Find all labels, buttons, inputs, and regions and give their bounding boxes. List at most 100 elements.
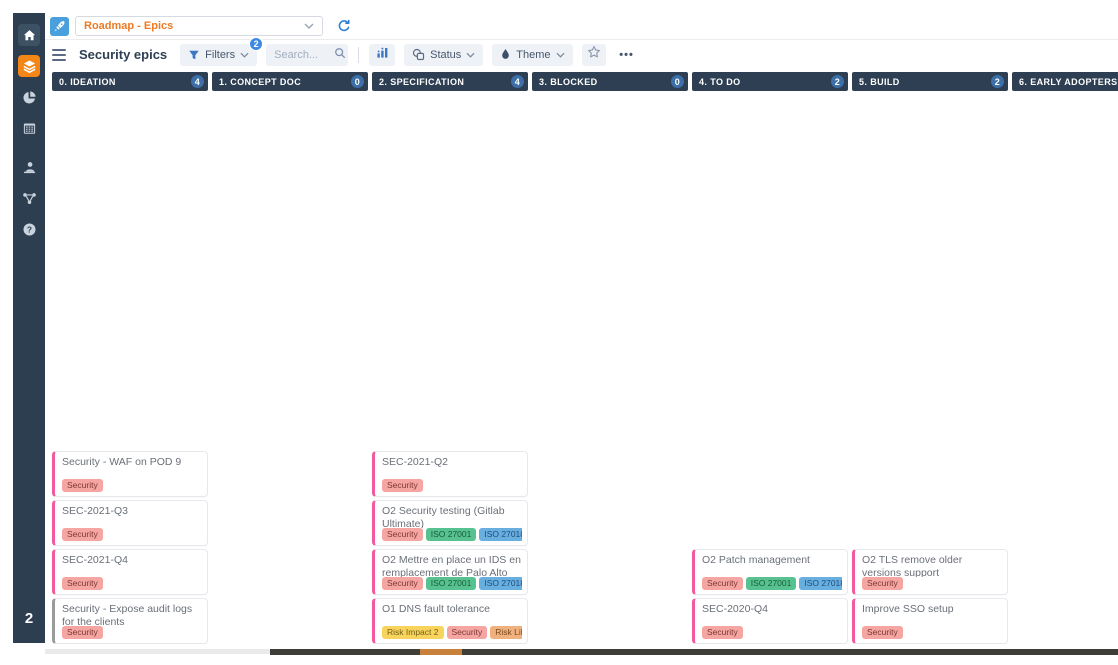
column-count-badge: 4 bbox=[511, 75, 524, 88]
column-label: 2. SPECIFICATION bbox=[379, 76, 465, 87]
card-title: Improve SSO setup bbox=[862, 603, 954, 615]
column-body bbox=[532, 91, 688, 644]
theme-label: Theme bbox=[516, 48, 551, 61]
epic-card[interactable]: SEC-2020-Q4 Security bbox=[692, 598, 848, 644]
tag: ISO 27001 bbox=[425, 576, 477, 590]
card-title: SEC-2020-Q4 bbox=[702, 603, 768, 615]
star-icon bbox=[587, 45, 601, 64]
epic-card[interactable]: Security - Expose audit logs for the cli… bbox=[52, 598, 208, 644]
more-options-button[interactable]: ••• bbox=[615, 44, 639, 66]
card-title: O2 Security testing (Gitlab Ultimate) bbox=[382, 505, 505, 528]
board-toolbar: Security epics Filters 2 Search... Statu… bbox=[45, 36, 1118, 69]
menu-icon[interactable] bbox=[52, 48, 66, 61]
column-body: Security - WAF on POD 9 Security SEC-2021-… bbox=[52, 91, 208, 644]
tag: Security bbox=[446, 625, 488, 639]
filters-count-badge: 2 bbox=[249, 36, 264, 51]
column-body: SEC-2021-Q2 Security O2 Security testing (… bbox=[372, 91, 528, 644]
bar-chart-icon bbox=[376, 46, 389, 64]
card-tags: SecurityISO 27001ISO 27018GDPR bbox=[702, 576, 842, 590]
card-title: SEC-2021-Q4 bbox=[62, 554, 128, 566]
card-title: O1 DNS fault tolerance bbox=[382, 603, 490, 615]
column-label: 6. EARLY ADOPTERS bbox=[1019, 76, 1118, 87]
search-icon bbox=[334, 46, 346, 64]
bottom-track bbox=[45, 649, 270, 654]
column-body: O2 TLS remove older versions support Secu… bbox=[852, 91, 1008, 644]
favorite-button[interactable] bbox=[581, 43, 606, 66]
board-column: 2. SPECIFICATION 4 SEC-2021-Q2 Security O2 S… bbox=[372, 72, 528, 644]
layers-icon bbox=[22, 59, 37, 74]
top-bar: Roadmap - Epics bbox=[45, 13, 1118, 40]
group-by-status-button[interactable]: Status bbox=[404, 43, 484, 66]
sidebar-item-user[interactable] bbox=[18, 156, 40, 178]
tag: Security bbox=[862, 625, 903, 639]
app-window: ? 2 Roadmap - Epics Security epics Filte… bbox=[0, 0, 1118, 665]
card-title: O2 Mettre en place un IDS en remplacemen… bbox=[382, 554, 521, 577]
card-tags: Security bbox=[702, 625, 842, 639]
sidebar-item-home[interactable] bbox=[18, 24, 40, 46]
epic-card[interactable]: SEC-2021-Q2 Security bbox=[372, 451, 528, 497]
epic-card[interactable]: Improve SSO setup Security bbox=[852, 598, 1008, 644]
view-selector[interactable]: Roadmap - Epics bbox=[75, 16, 323, 36]
card-tags: Security bbox=[862, 576, 1002, 590]
pie-chart-icon bbox=[22, 90, 37, 105]
tag: Security bbox=[382, 478, 423, 492]
bottom-scrollbar[interactable] bbox=[270, 649, 1118, 655]
svg-text:?: ? bbox=[26, 224, 31, 234]
user-icon bbox=[22, 160, 37, 175]
column-body bbox=[212, 91, 368, 644]
sidebar-item-help[interactable]: ? bbox=[18, 218, 40, 240]
sidebar-item-calendar[interactable] bbox=[18, 117, 40, 139]
sidebar-item-layers[interactable] bbox=[18, 55, 40, 77]
chart-view-button[interactable] bbox=[369, 43, 396, 66]
board-column: 5. BUILD 2 O2 TLS remove older versions su… bbox=[852, 72, 1008, 644]
column-label: 4. TO DO bbox=[699, 76, 741, 87]
column-label: 5. BUILD bbox=[859, 76, 900, 87]
sidebar-item-network[interactable] bbox=[18, 187, 40, 209]
paint-drop-icon bbox=[500, 48, 511, 61]
filter-funnel-icon bbox=[188, 49, 200, 61]
board-column: 0. IDEATION 4 Security - WAF on POD 9 Secur… bbox=[52, 72, 208, 644]
board-column: 3. BLOCKED 0 bbox=[532, 72, 688, 644]
tag: Security bbox=[62, 527, 103, 541]
column-count-badge: 0 bbox=[671, 75, 684, 88]
tag: ISO 27001 bbox=[425, 527, 477, 541]
tag: Security bbox=[62, 478, 103, 492]
sidebar-item-pie-chart[interactable] bbox=[18, 86, 40, 108]
filters-button[interactable]: Filters 2 bbox=[180, 36, 264, 66]
chevron-down-icon bbox=[466, 52, 475, 58]
card-tags: Security bbox=[62, 478, 202, 492]
color-by-theme-button[interactable]: Theme bbox=[492, 43, 573, 66]
tag: Security bbox=[862, 576, 903, 590]
column-count-badge: 2 bbox=[991, 75, 1004, 88]
epic-card[interactable]: O2 Mettre en place un IDS en remplacemen… bbox=[372, 549, 528, 595]
column-label: 3. BLOCKED bbox=[539, 76, 598, 87]
epic-card[interactable]: SEC-2021-Q3 Security bbox=[52, 500, 208, 546]
chevron-down-icon bbox=[556, 52, 565, 58]
refresh-button[interactable] bbox=[335, 17, 353, 35]
search-input[interactable] bbox=[272, 47, 335, 62]
epic-card[interactable]: O2 TLS remove older versions support Secu… bbox=[852, 549, 1008, 595]
view-selector-value: Roadmap - Epics bbox=[84, 20, 174, 32]
epic-card[interactable]: SEC-2021-Q4 Security bbox=[52, 549, 208, 595]
chevron-down-icon bbox=[304, 20, 314, 32]
epic-card[interactable]: O2 Security testing (Gitlab Ultimate) Sec… bbox=[372, 500, 528, 546]
card-tags: Security bbox=[62, 576, 202, 590]
card-tags: SecurityISO 27001ISO 27018GDPR bbox=[382, 527, 522, 541]
card-title: O2 TLS remove older versions support bbox=[862, 554, 963, 577]
column-header: 5. BUILD 2 bbox=[852, 72, 1008, 91]
card-title: SEC-2021-Q2 bbox=[382, 456, 448, 468]
group-by-icon bbox=[412, 48, 425, 61]
card-tags: Security bbox=[62, 527, 202, 541]
sidebar-bottom-count: 2 bbox=[24, 610, 34, 627]
epic-card[interactable]: O1 DNS fault tolerance Risk Impact 2 Secur… bbox=[372, 598, 528, 644]
card-tags: Security bbox=[62, 625, 202, 639]
column-header: 4. TO DO 2 bbox=[692, 72, 848, 91]
calendar-icon bbox=[22, 121, 37, 136]
column-header: 2. SPECIFICATION 4 bbox=[372, 72, 528, 91]
card-title: O2 Patch management bbox=[702, 554, 810, 566]
epic-card[interactable]: Security - WAF on POD 9 Security bbox=[52, 451, 208, 497]
epic-card[interactable]: O2 Patch management Security ISO 27001 ISO … bbox=[692, 549, 848, 595]
column-label: 0. IDEATION bbox=[59, 76, 116, 87]
search-box[interactable] bbox=[266, 43, 349, 66]
chevron-down-icon bbox=[240, 52, 249, 58]
